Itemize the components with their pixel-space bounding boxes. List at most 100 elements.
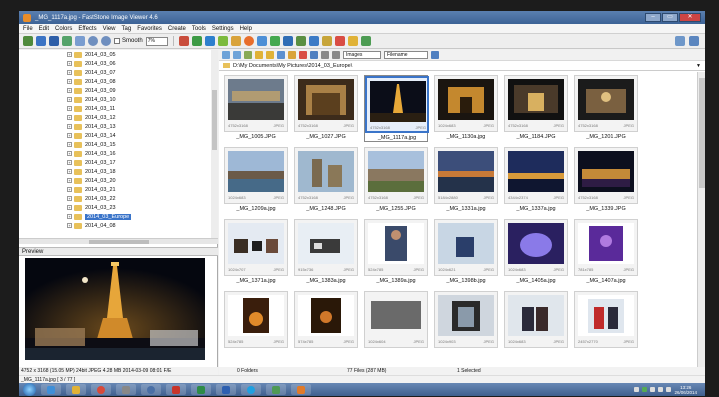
tree-item[interactable]: +2014_03_22: [19, 194, 218, 203]
thumbnail-item[interactable]: 4344x2374 JPEG _MG_1337a.jpg: [504, 147, 568, 214]
tree-item[interactable]: +2014_03_18: [19, 167, 218, 176]
delete-file-icon[interactable]: [299, 51, 307, 59]
thumbnail-image[interactable]: [508, 295, 564, 336]
sort-order-icon[interactable]: [431, 51, 439, 59]
start-button[interactable]: [23, 383, 36, 396]
tree-item[interactable]: +2014_03_07: [19, 68, 218, 77]
tree-horizontal-scrollbar[interactable]: [19, 238, 218, 244]
layout-icon[interactable]: [675, 36, 685, 46]
smooth-checkbox[interactable]: [114, 38, 120, 44]
tree-item[interactable]: +2014_03_10: [19, 95, 218, 104]
thumbnail-card[interactable]: 4752x3168 JPEG: [574, 75, 638, 132]
expand-icon[interactable]: +: [67, 97, 72, 102]
menu-edit[interactable]: Edit: [39, 26, 49, 32]
color-icon[interactable]: [243, 36, 254, 46]
expand-icon[interactable]: +: [67, 151, 72, 156]
expand-icon[interactable]: +: [67, 205, 72, 210]
thumbnail-item[interactable]: 4752x3168 JPEG _MG_1201.JPG: [574, 75, 638, 142]
thumbnail-view-icon[interactable]: [310, 51, 318, 59]
thumbnail-card[interactable]: 1024x707 JPEG: [224, 219, 288, 276]
resize-icon[interactable]: [217, 36, 228, 46]
taskbar-acrobat[interactable]: [166, 384, 186, 395]
thumbnail-image[interactable]: [438, 295, 494, 336]
print-icon[interactable]: [75, 36, 85, 46]
taskbar-faststone[interactable]: [291, 384, 311, 395]
network-icon[interactable]: [658, 387, 664, 392]
thumbnail-card[interactable]: 915x736 JPEG: [294, 219, 358, 276]
tree-item[interactable]: +2014_03_16: [19, 149, 218, 158]
expand-icon[interactable]: +: [67, 133, 72, 138]
thumbnail-image[interactable]: [578, 223, 634, 264]
batch-icon[interactable]: [295, 36, 306, 46]
menu-file[interactable]: File: [23, 26, 33, 32]
thumbnail-card[interactable]: 1024x621 JPEG: [434, 219, 498, 276]
taskbar-app-5[interactable]: [141, 384, 161, 395]
expand-icon[interactable]: +: [67, 70, 72, 75]
tree-item[interactable]: +2014_03_Europe: [19, 212, 218, 221]
thumbnail-item[interactable]: 4752x3168 JPEG _MG_1184.JPG: [504, 75, 568, 142]
thumbnail-image[interactable]: [508, 151, 564, 192]
menu-view[interactable]: View: [103, 26, 116, 32]
thumbnail-item[interactable]: 2457x2770 JPEG: [574, 291, 638, 358]
thumbnail-card[interactable]: 781x785 JPEG: [574, 219, 638, 276]
thumbnail-image[interactable]: [298, 223, 354, 264]
thumbnail-card[interactable]: 4752x3168 JPEG: [504, 75, 568, 132]
tree-item[interactable]: +2014_03_08: [19, 77, 218, 86]
thumbnail-image[interactable]: [368, 223, 424, 264]
thumbnail-image[interactable]: [228, 151, 284, 192]
tree-item[interactable]: +2014_03_14: [19, 131, 218, 140]
thumbnail-item[interactable]: 4752x3168 JPEG _MG_1027.JPG: [294, 75, 358, 142]
thumbnail-image[interactable]: [508, 79, 564, 120]
thumbnail-card[interactable]: 1024x604 JPEG: [364, 291, 428, 348]
close-button[interactable]: ✕: [679, 13, 701, 22]
tree-item[interactable]: +2014_03_09: [19, 86, 218, 95]
thumbnail-image[interactable]: [578, 79, 634, 120]
zoom-out-icon[interactable]: [101, 36, 111, 46]
copy-to-icon[interactable]: [277, 51, 285, 59]
back-icon[interactable]: [222, 51, 230, 59]
menu-create[interactable]: Create: [168, 26, 186, 32]
email-icon[interactable]: [62, 36, 72, 46]
thumbnail-image[interactable]: [438, 151, 494, 192]
thumbnail-card[interactable]: 524x785 JPEG: [364, 219, 428, 276]
menu-help[interactable]: Help: [240, 26, 252, 32]
thumbnail-item[interactable]: 4752x3168 JPEG _MG_1339.JPG: [574, 147, 638, 214]
compare-icon[interactable]: [282, 36, 293, 46]
tree-scroll-thumb[interactable]: [212, 90, 217, 150]
expand-icon[interactable]: +: [67, 169, 72, 174]
thumbnail-image[interactable]: [438, 223, 494, 264]
thumbnail-card[interactable]: 1024x683 JPEG: [434, 75, 498, 132]
menu-tag[interactable]: Tag: [122, 26, 132, 32]
thumbnail-image[interactable]: [298, 151, 354, 192]
list-view-icon[interactable]: [321, 51, 329, 59]
thumbnail-scroll-thumb[interactable]: [699, 78, 705, 188]
tree-hscroll-thumb[interactable]: [89, 240, 149, 244]
smooth-toggle[interactable]: Smooth: [114, 38, 143, 44]
slideshow-icon[interactable]: [269, 36, 280, 46]
menu-tools[interactable]: Tools: [192, 26, 206, 32]
path-bar[interactable]: D:\My Documents\My Pictures\2014_03_Euro…: [219, 61, 705, 71]
up-folder-icon[interactable]: [244, 51, 252, 59]
maximize-button[interactable]: ▭: [662, 13, 678, 22]
thumbnail-image[interactable]: [508, 223, 564, 264]
thumbnail-image[interactable]: [368, 151, 424, 192]
zoom-select[interactable]: 7%: [145, 36, 168, 46]
thumbnail-image[interactable]: [228, 295, 284, 336]
thumbnail-card[interactable]: 1024x683 JPEG: [504, 219, 568, 276]
expand-icon[interactable]: +: [67, 106, 72, 111]
file-filter-select[interactable]: Images: [343, 51, 381, 59]
move-to-icon[interactable]: [288, 51, 296, 59]
thumbnail-image[interactable]: [438, 79, 494, 120]
menu-favorites[interactable]: Favorites: [137, 26, 162, 32]
thumbnail-card[interactable]: 524x785 JPEG: [224, 291, 288, 348]
path-dropdown-icon[interactable]: ▼: [696, 63, 701, 69]
menu-colors[interactable]: Colors: [55, 26, 72, 32]
volume-icon[interactable]: [666, 387, 672, 392]
thumbnail-card[interactable]: 4344x2374 JPEG: [504, 147, 568, 204]
expand-icon[interactable]: +: [67, 187, 72, 192]
fullscreen-icon[interactable]: [689, 36, 699, 46]
tray-icon[interactable]: [634, 387, 640, 392]
thumbnail-card[interactable]: 4752x3168 JPEG: [294, 147, 358, 204]
expand-icon[interactable]: +: [67, 160, 72, 165]
thumbnail-image[interactable]: [228, 223, 284, 264]
